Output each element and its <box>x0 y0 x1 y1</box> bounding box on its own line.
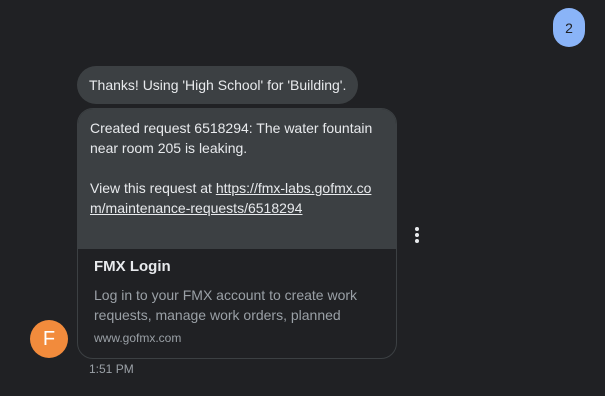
bot-message-bubble: Thanks! Using 'High School' for 'Buildin… <box>77 66 359 104</box>
link-preview[interactable]: FMX Login Log in to your FMX account to … <box>78 249 396 345</box>
message-timestamp: 1:51 PM <box>89 362 134 376</box>
request-message-body: Created request 6518294: The water fount… <box>78 109 396 249</box>
request-message-card: Created request 6518294: The water fount… <box>77 108 397 359</box>
request-created-text: Created request 6518294: The water fount… <box>90 120 373 156</box>
avatar: F <box>30 320 68 358</box>
link-preview-description: Log in to your FMX account to create wor… <box>94 287 358 323</box>
more-vert-icon[interactable] <box>406 224 428 246</box>
link-preview-domain: www.gofmx.com <box>94 331 182 345</box>
bot-message-text: Thanks! Using 'High School' for 'Buildin… <box>89 77 347 93</box>
link-preview-title: FMX Login <box>94 258 171 275</box>
view-request-prefix: View this request at <box>90 180 216 196</box>
avatar-initial: F <box>42 327 56 350</box>
sent-message-bubble[interactable]: 2 <box>553 8 585 47</box>
view-request-text: View this request at https://fmx-labs.go… <box>90 178 384 218</box>
sent-message-text: 2 <box>565 19 573 36</box>
